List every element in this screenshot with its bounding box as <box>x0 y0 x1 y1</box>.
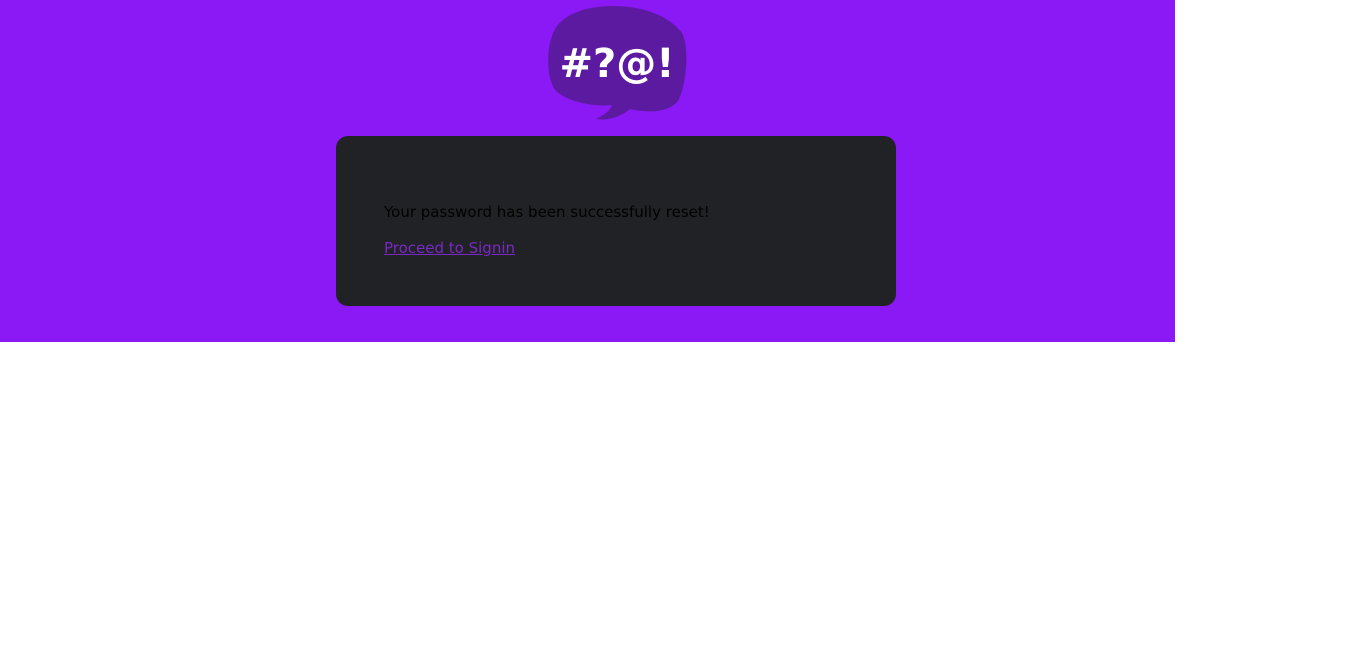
logo-glyphs: #?@! <box>560 41 675 87</box>
speech-bubble-symbols-icon: #?@! <box>548 6 687 120</box>
hero-banner: #?@! Your password has been successfully… <box>0 0 1175 342</box>
success-message: Your password has been successfully rese… <box>384 203 710 221</box>
logo: #?@! <box>546 3 688 121</box>
reset-confirmation-card: Your password has been successfully rese… <box>336 136 896 306</box>
proceed-to-signin-link[interactable]: Proceed to Signin <box>384 237 515 259</box>
